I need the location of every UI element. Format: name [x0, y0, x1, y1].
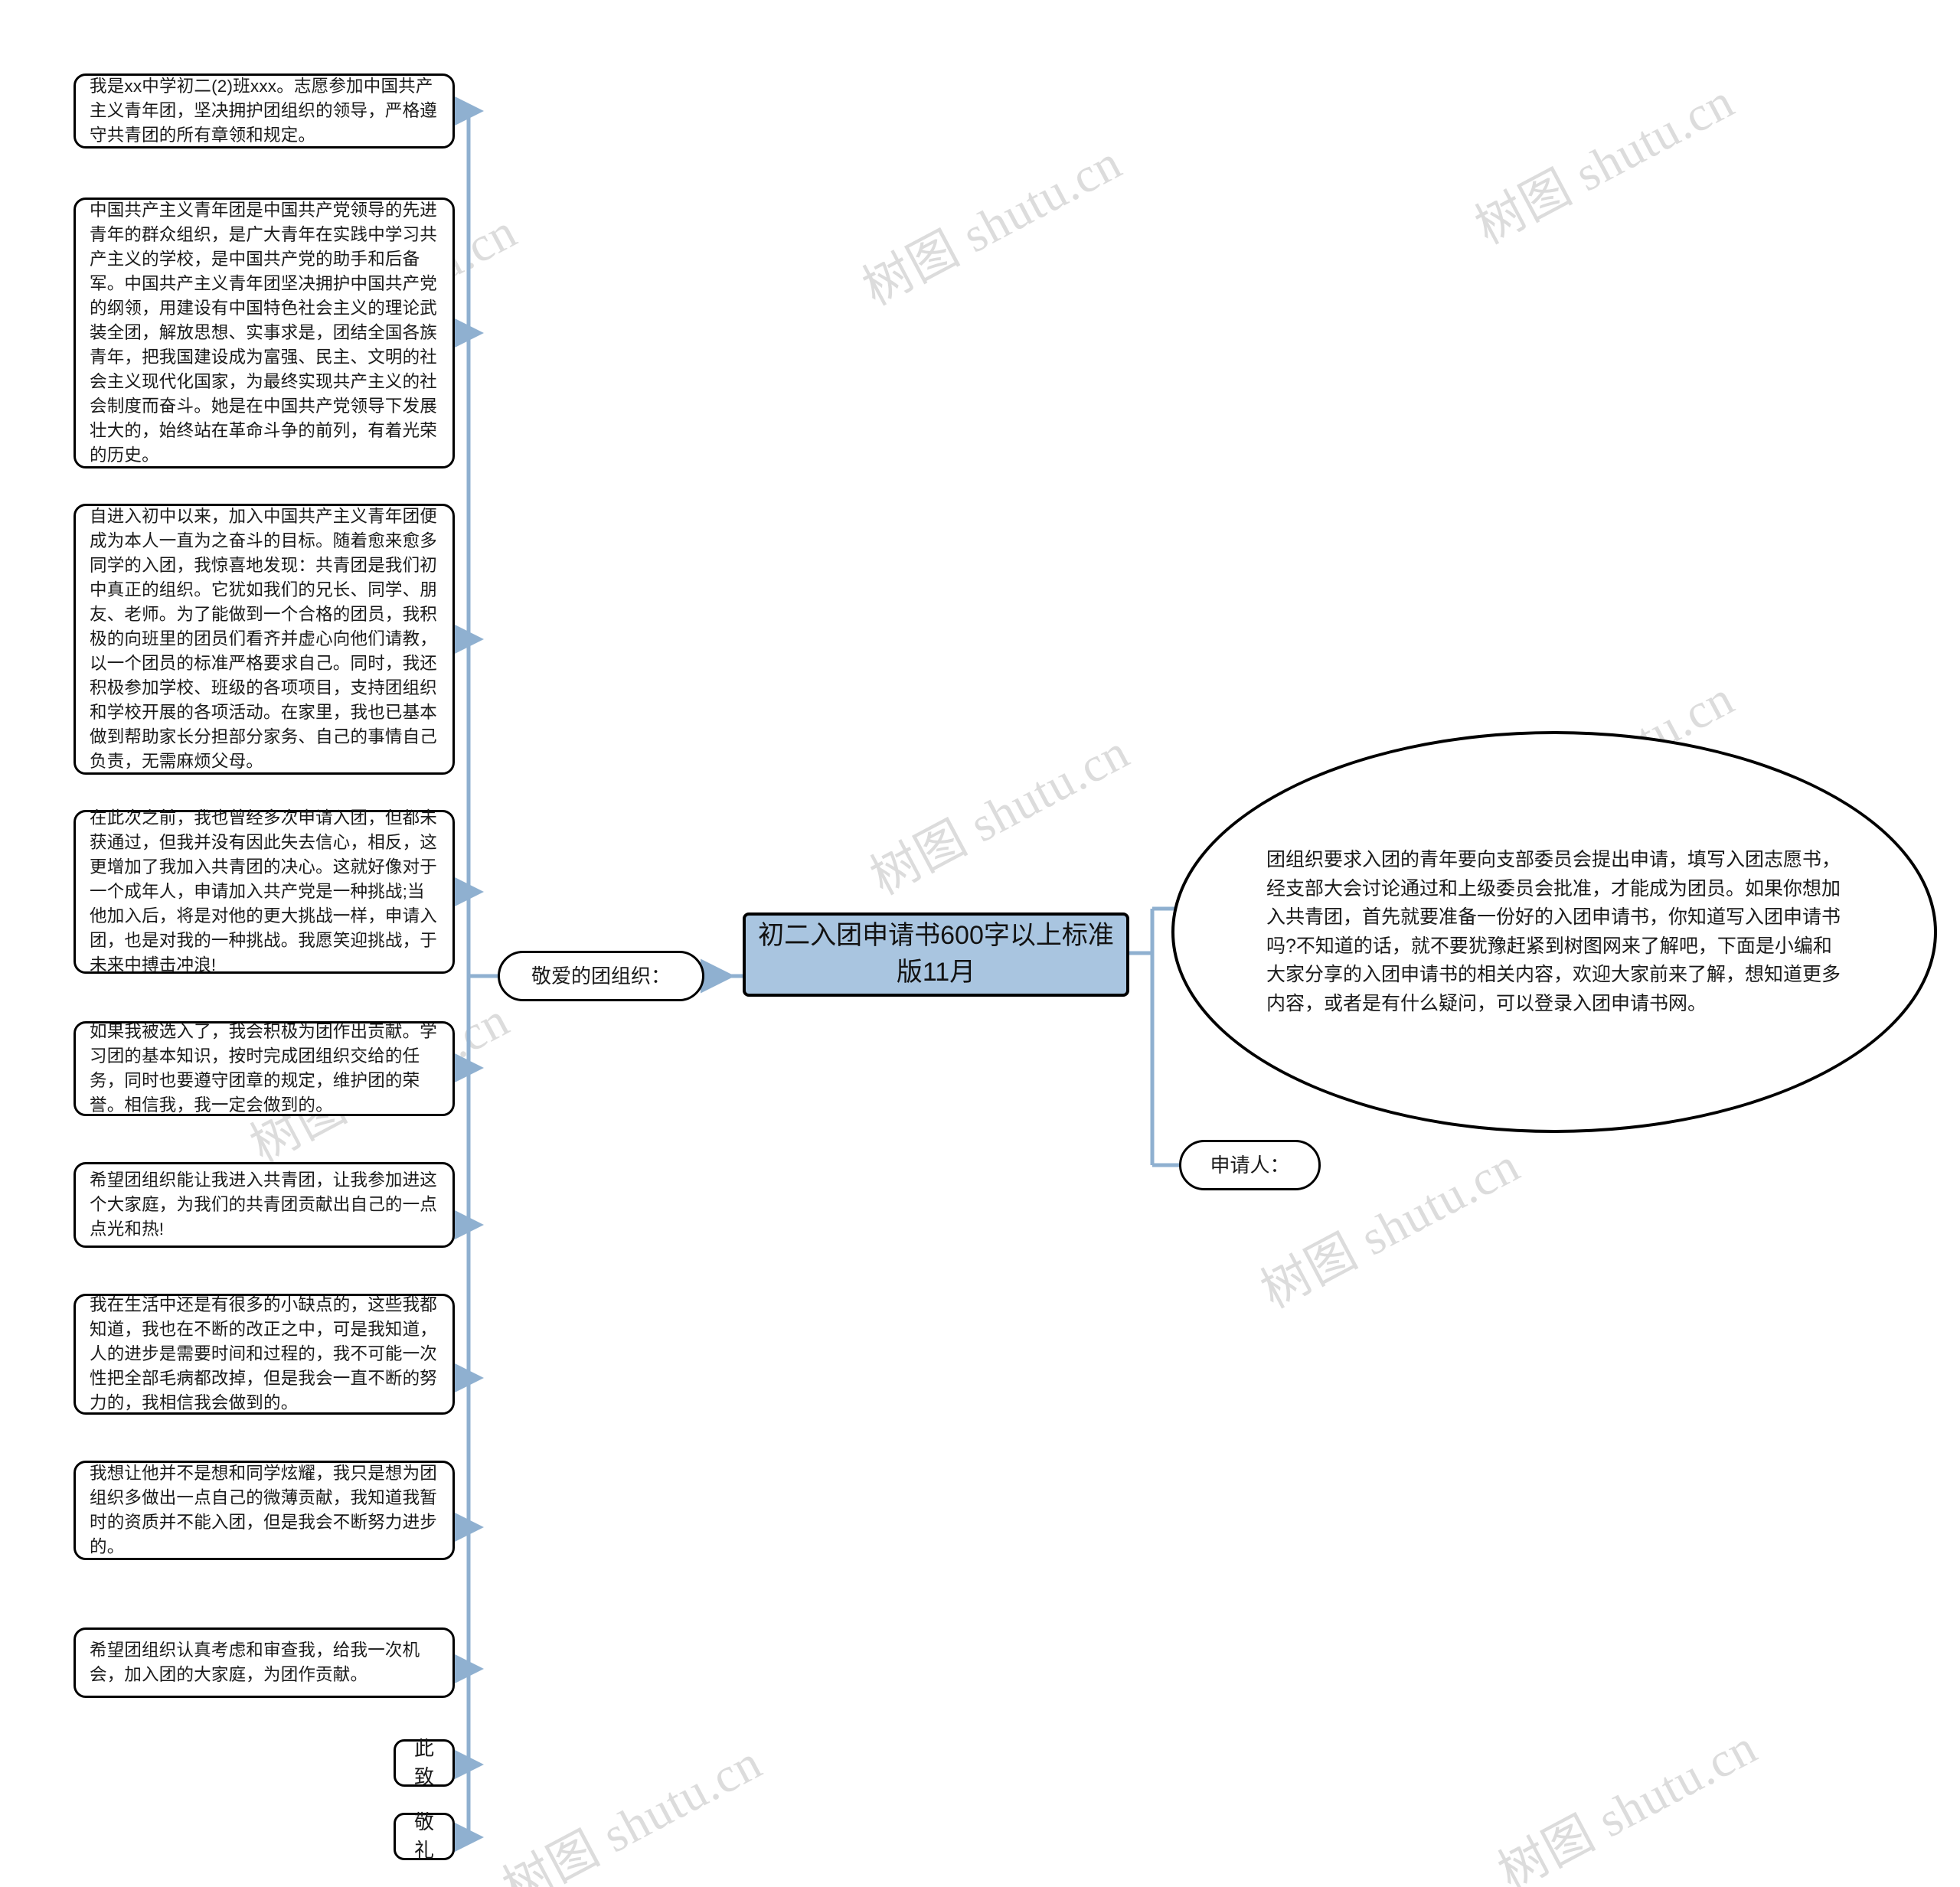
watermark-text: 树图 shutu.cn [1489, 1719, 1766, 1887]
paragraph-node[interactable]: 如果我被选入了，我会积极为团作出贡献。学习团的基本知识，按时完成团组织交给的任务… [74, 1021, 455, 1116]
closing-label: 此致 [413, 1737, 434, 1788]
paragraph-text: 中国共产主义青年团是中国共产党领导的先进青年的群众组织，是广大青年在实践中学习共… [90, 201, 438, 465]
paragraph-node[interactable]: 在此次之前，我也曾经多次申请入团，但都未获通过，但我并没有因此失去信心，相反，这… [74, 808, 455, 975]
paragraph-node[interactable]: 自进入初中以来，加入中国共产主义青年团便成为本人一直为之奋斗的目标。随着愈来愈多… [74, 504, 455, 775]
closing-node-cizhi[interactable]: 此致 [394, 1737, 455, 1788]
paragraph-text: 希望团组织能让我进入共青团，让我参加进这个大家庭，为我们的共青团贡献出自己的一点… [90, 1170, 438, 1239]
paragraph-node[interactable]: 我在生活中还是有很多的小缺点的，这些我都知道，我也在不断的改正之中，可是我知道，… [74, 1294, 455, 1415]
intro-text: 团组织要求入团的青年要向支部委员会提出申请，填写入团志愿书，经支部大会讨论通过和… [1266, 849, 1841, 1014]
watermark-text: 树图 shutu.cn [854, 134, 1131, 316]
watermark-text: 树图 shutu.cn [494, 1734, 771, 1887]
intro-node[interactable]: 团组织要求入团的青年要向支部委员会提出申请，填写入团志愿书，经支部大会讨论通过和… [1171, 731, 1937, 1133]
paragraph-text: 自进入初中以来，加入中国共产主义青年团便成为本人一直为之奋斗的目标。随着愈来愈多… [90, 507, 438, 771]
paragraph-text: 我是xx中学初二(2)班xxx。志愿参加中国共产主义青年团，坚决拥护团组织的领导… [90, 77, 438, 145]
mindmap-canvas: 树图 shutu.cn 树图 shutu.cn 树图 shutu.cn 树图 s… [0, 0, 1960, 1887]
paragraph-text: 我在生活中还是有很多的小缺点的，这些我都知道，我也在不断的改正之中，可是我知道，… [90, 1295, 438, 1412]
paragraph-text: 希望团组织认真考虑和审查我，给我一次机会，加入团的大家庭，为团作贡献。 [90, 1641, 420, 1684]
root-label: 初二入团申请书600字以上标准版11月 [758, 921, 1114, 987]
salutation-label: 敬爱的团组织： [531, 964, 671, 988]
paragraph-node[interactable]: 我是xx中学初二(2)班xxx。志愿参加中国共产主义青年团，坚决拥护团组织的领导… [74, 73, 455, 149]
paragraph-text: 在此次之前，我也曾经多次申请入团，但都未获通过，但我并没有因此失去信心，相反，这… [90, 808, 438, 975]
paragraph-node[interactable]: 中国共产主义青年团是中国共产党领导的先进青年的群众组织，是广大青年在实践中学习共… [74, 198, 455, 468]
left-branch-connectors [449, 93, 498, 1855]
signature-node[interactable]: 申请人： [1179, 1140, 1321, 1190]
paragraph-node[interactable]: 我想让他并不是想和同学炫耀，我只是想为团组织多做出一点自己的微薄贡献，我知道我暂… [74, 1461, 455, 1560]
root-node[interactable]: 初二入团申请书600字以上标准版11月 [743, 912, 1129, 997]
watermark-text: 树图 shutu.cn [1466, 73, 1743, 255]
paragraph-node[interactable]: 希望团组织认真考虑和审查我，给我一次机会，加入团的大家庭，为团作贡献。 [74, 1627, 455, 1698]
paragraph-text: 如果我被选入了，我会积极为团作出贡献。学习团的基本知识，按时完成团组织交给的任务… [90, 1022, 438, 1115]
closing-label: 敬礼 [413, 1810, 434, 1862]
paragraph-text: 我想让他并不是想和同学炫耀，我只是想为团组织多做出一点自己的微薄贡献，我知道我暂… [90, 1464, 438, 1556]
watermark-text: 树图 shutu.cn [861, 723, 1138, 906]
salutation-node[interactable]: 敬爱的团组织： [498, 951, 704, 1001]
signature-label: 申请人： [1210, 1153, 1290, 1177]
closing-node-jingli[interactable]: 敬礼 [394, 1810, 455, 1862]
paragraph-node[interactable]: 希望团组织能让我进入共青团，让我参加进这个大家庭，为我们的共青团贡献出自己的一点… [74, 1162, 455, 1248]
